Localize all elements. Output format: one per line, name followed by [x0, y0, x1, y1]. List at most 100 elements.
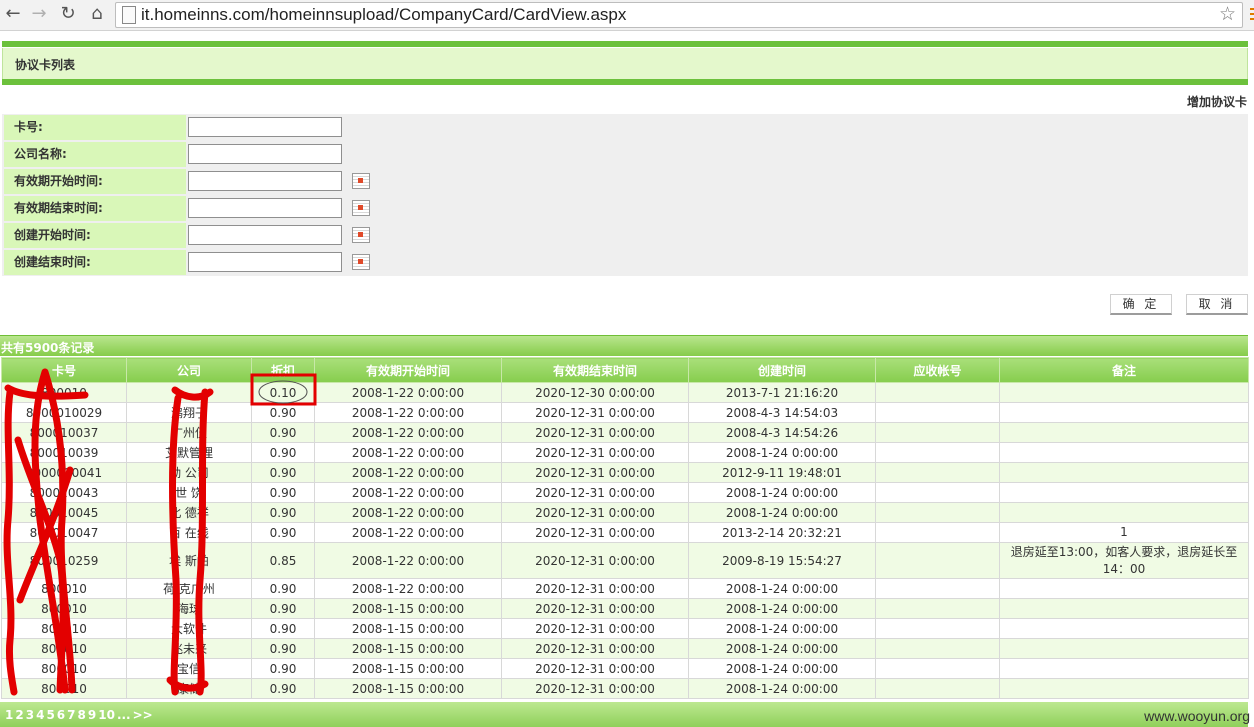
table-cell — [999, 442, 1249, 463]
table-row: 800010 荷 克广州 0.90 2008-1-22 0:00:00 2020-12-… — [1, 578, 1249, 599]
table-cell — [875, 542, 1000, 579]
table-row: 800010037 广州伍 0.90 2008-1-22 0:00:00 2020-12… — [1, 422, 1249, 443]
column-header[interactable]: 应收帐号 — [875, 357, 1000, 383]
menu-icon[interactable] — [1250, 8, 1254, 22]
browser-toolbar: ← → ↻ ⌂ it.homeinns.com/homeinnsupload/C… — [0, 0, 1254, 31]
table-cell — [875, 522, 1000, 543]
table-cell: 800010 — [1, 382, 127, 403]
calendar-icon[interactable] — [352, 254, 370, 270]
table-cell: 2020-12-31 0:00:00 — [501, 442, 689, 463]
page-link[interactable]: 10 — [98, 708, 115, 722]
page-link[interactable]: 7 — [67, 708, 75, 722]
table-cell: 2020-12-31 0:00:00 — [501, 578, 689, 599]
table-cell — [875, 462, 1000, 483]
table-cell: 2008-1-22 0:00:00 — [314, 502, 502, 523]
table-cell — [999, 638, 1249, 659]
calendar-icon[interactable] — [352, 227, 370, 243]
table-row: 800010043 世 饶 0.90 2008-1-22 0:00:00 2020-12… — [1, 482, 1249, 503]
company-name-input[interactable] — [188, 144, 342, 164]
column-header[interactable]: 公司 — [126, 357, 252, 383]
table-cell: 800010 — [1, 598, 127, 619]
created-end-input[interactable] — [188, 252, 342, 272]
star-icon[interactable]: ☆ — [1219, 3, 1236, 25]
column-header[interactable]: 创建时间 — [688, 357, 876, 383]
pagination: 1 2 3 4 5 6 7 8 9 10... >> — [5, 708, 155, 722]
column-header[interactable]: 有效期开始时间 — [314, 357, 502, 383]
table-row: 8000010029 鸿翔子 0.90 2008-1-22 0:00:00 2020-1… — [1, 402, 1249, 423]
table-cell: 艾默管理 — [126, 442, 252, 463]
table-cell: 2008-1-22 0:00:00 — [314, 422, 502, 443]
column-header[interactable]: 卡号 — [1, 357, 127, 383]
table-cell: 2008-1-15 0:00:00 — [314, 658, 502, 679]
table-cell: 1 — [999, 522, 1249, 543]
table-cell — [875, 638, 1000, 659]
page-link[interactable]: ... — [117, 708, 131, 722]
page-link[interactable]: 9 — [88, 708, 96, 722]
page-link[interactable]: 4 — [36, 708, 44, 722]
table-cell — [875, 578, 1000, 599]
table-cell: 0.90 — [251, 658, 315, 679]
column-header[interactable]: 备注 — [999, 357, 1249, 383]
table-cell: 800010039 — [1, 442, 127, 463]
url-text[interactable]: it.homeinns.com/homeinnsupload/CompanyCa… — [141, 5, 626, 25]
table-cell: 8000010041 — [1, 462, 127, 483]
cancel-button[interactable]: 取 消 — [1186, 294, 1248, 315]
table-cell: 康储 — [126, 678, 252, 699]
reload-icon[interactable]: ↻ — [57, 3, 79, 25]
table-cell: 800010 — [1, 678, 127, 699]
top-divider — [2, 41, 1248, 47]
table-cell: 2008-1-22 0:00:00 — [314, 482, 502, 503]
table-cell — [999, 402, 1249, 423]
table-cell: 宝信 — [126, 658, 252, 679]
confirm-button[interactable]: 确 定 — [1110, 294, 1172, 315]
table-cell: 广州伍 — [126, 422, 252, 443]
table-cell: 2013-7-1 21:16:20 — [688, 382, 876, 403]
table-cell: 2020-12-31 0:00:00 — [501, 402, 689, 423]
table-cell — [999, 678, 1249, 699]
table-cell — [999, 482, 1249, 503]
page-link[interactable]: 3 — [26, 708, 34, 722]
card-table: 卡号 公司 折扣 有效期开始时间 有效期结束时间 创建时间 应收帐号 备注 80… — [1, 357, 1249, 699]
table-cell: 2008-1-24 0:00:00 — [688, 658, 876, 679]
valid-start-input[interactable] — [188, 171, 342, 191]
table-cell — [999, 598, 1249, 619]
column-header[interactable]: 有效期结束时间 — [501, 357, 689, 383]
table-cell: 0.90 — [251, 578, 315, 599]
back-icon[interactable]: ← — [2, 3, 24, 25]
created-start-input[interactable] — [188, 225, 342, 245]
table-cell: 世 饶 — [126, 482, 252, 503]
table-cell: 2020-12-31 0:00:00 — [501, 678, 689, 699]
search-form: 卡号: 公司名称: 有效期开始时间: 有效期结束时间: 创建开始时间: 创建结束… — [2, 114, 1248, 276]
table-cell: 2020-12-31 0:00:00 — [501, 618, 689, 639]
table-cell: 2008-1-22 0:00:00 — [314, 442, 502, 463]
page-link[interactable]: 2 — [15, 708, 23, 722]
table-cell: 2020-12-31 0:00:00 — [501, 502, 689, 523]
table-cell: 2020-12-31 0:00:00 — [501, 522, 689, 543]
add-card-link[interactable]: 增加协议卡 — [1187, 93, 1247, 110]
table-cell: 0.90 — [251, 678, 315, 699]
column-header[interactable]: 折扣 — [251, 357, 315, 383]
card-number-input[interactable] — [188, 117, 342, 137]
table-cell: 2020-12-31 0:00:00 — [501, 638, 689, 659]
page-link[interactable]: 1 — [5, 708, 13, 722]
table-cell: 0.10 — [251, 382, 315, 403]
watermark: www.wooyun.org — [1144, 708, 1250, 724]
forward-icon[interactable]: → — [28, 3, 50, 25]
home-icon[interactable]: ⌂ — [86, 3, 108, 25]
page-link[interactable]: >> — [133, 708, 153, 722]
page-link[interactable]: 6 — [57, 708, 65, 722]
page-title-bar: 协议卡列表 — [2, 48, 1248, 79]
calendar-icon[interactable] — [352, 173, 370, 189]
calendar-icon[interactable] — [352, 200, 370, 216]
table-cell: 800010 — [1, 658, 127, 679]
table-cell: 百 在线 — [126, 522, 252, 543]
page-link[interactable]: 8 — [78, 708, 86, 722]
address-bar[interactable]: it.homeinns.com/homeinnsupload/CompanyCa… — [115, 2, 1243, 28]
field-label: 创建开始时间: — [4, 223, 186, 248]
table-cell: 2008-1-24 0:00:00 — [688, 598, 876, 619]
table-cell — [875, 678, 1000, 699]
valid-end-input[interactable] — [188, 198, 342, 218]
page-link[interactable]: 5 — [46, 708, 54, 722]
table-cell: 0.90 — [251, 402, 315, 423]
table-cell — [875, 598, 1000, 619]
